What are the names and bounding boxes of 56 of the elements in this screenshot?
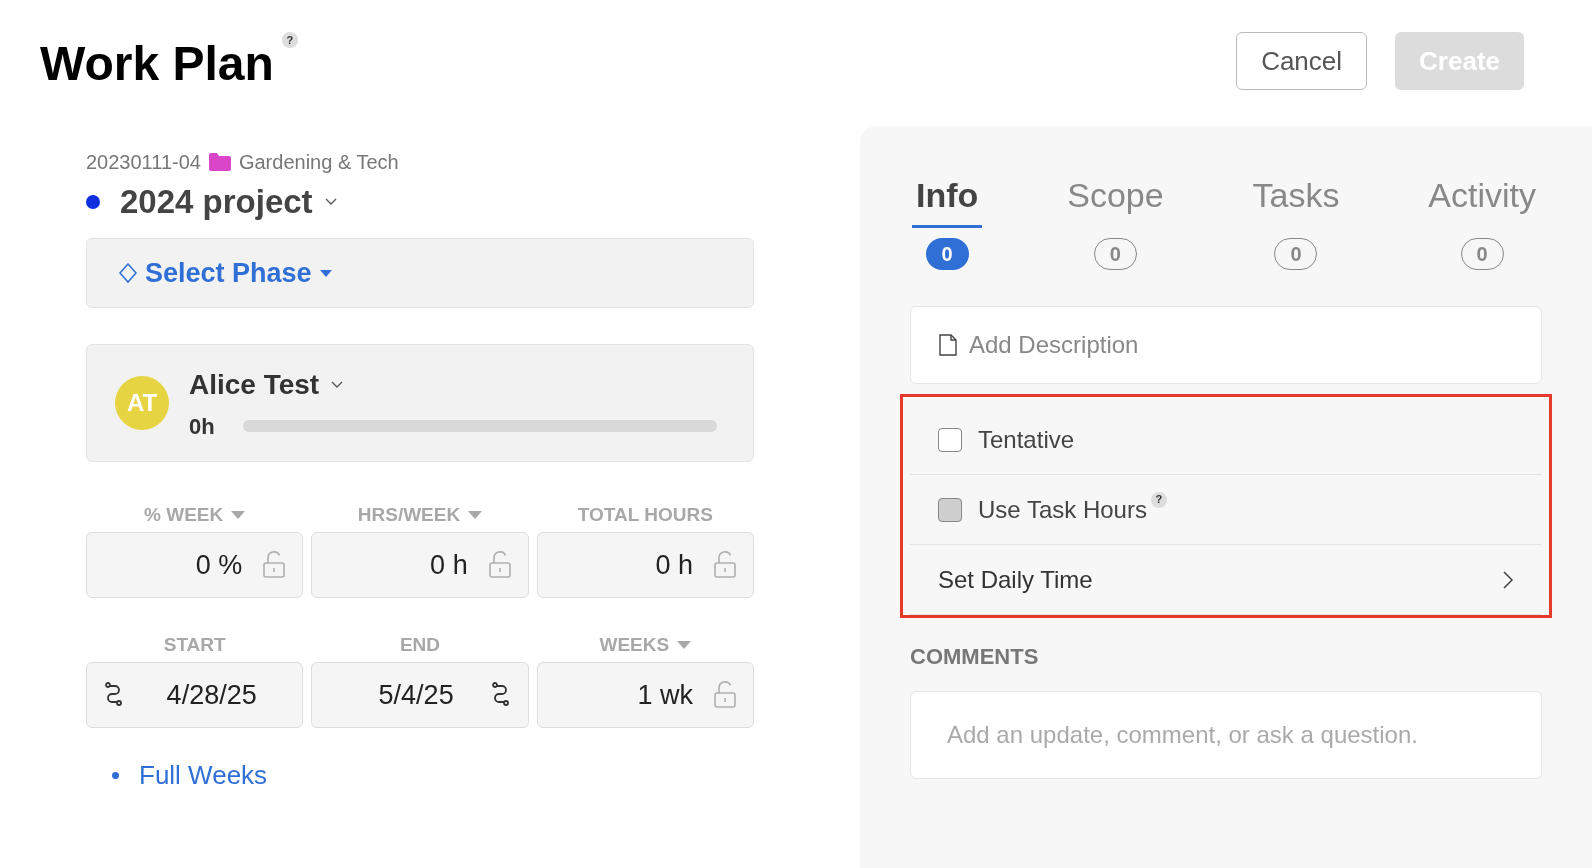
value-field[interactable]: 0 h (536, 532, 754, 598)
link-path-icon[interactable] (103, 682, 125, 708)
field-value: 5/4/25 (377, 678, 455, 712)
checkbox[interactable] (938, 427, 962, 452)
option-label: Use Task Hours (978, 494, 1147, 525)
cancel-button[interactable]: Cancel (1236, 32, 1368, 90)
hours-label: 0h (189, 412, 215, 441)
unlocked-padlock-icon[interactable] (713, 551, 737, 579)
field-value: 0 h (654, 548, 694, 582)
project-name[interactable]: 2024 project (120, 177, 313, 227)
count-badge: 0 (925, 238, 969, 270)
tab[interactable]: Info (912, 170, 983, 228)
comments-heading: COMMENTS (910, 643, 1040, 671)
field-label: TOTAL HOURS (577, 502, 713, 527)
folder-icon (208, 153, 231, 171)
link-path-icon[interactable] (489, 682, 512, 708)
value-field[interactable]: 1 wk (536, 662, 754, 728)
value-field[interactable]: 4/28/25 (86, 662, 304, 728)
caret-down-icon (468, 511, 483, 519)
help-badge[interactable]: ? (281, 32, 298, 48)
option-label: Tentative (978, 424, 1075, 455)
member-name[interactable]: Alice Test (189, 363, 320, 406)
caret-down-icon (319, 269, 332, 277)
field-label: % WEEK (144, 502, 224, 527)
field-label: START (163, 632, 226, 657)
field-value: 4/28/25 (165, 678, 258, 712)
page-title: Work Plan (40, 40, 274, 88)
description-field[interactable]: Add Description (910, 306, 1542, 384)
description-placeholder: Add Description (969, 330, 1139, 360)
portfolio-name: Gardening & Tech (238, 150, 399, 175)
select-phase-label: Select Phase (145, 256, 312, 290)
field-value: 0 % (194, 548, 244, 582)
field-label: HRS/WEEK (357, 502, 461, 527)
comment-placeholder: Add an update, comment, or ask a question. (947, 720, 1418, 750)
value-field[interactable]: 0 h (311, 532, 529, 598)
project-code: 20230111-04 (86, 150, 201, 175)
diamond-icon (119, 263, 137, 283)
field-label: END (399, 632, 441, 657)
caret-down-icon (231, 511, 246, 519)
chevron-down-icon[interactable] (324, 198, 337, 206)
field-label: WEEKS (599, 632, 670, 657)
unlocked-padlock-icon[interactable] (713, 681, 737, 709)
document-icon (939, 334, 957, 356)
value-field[interactable]: 5/4/25 (311, 662, 529, 728)
full-weeks-link[interactable]: Full Weeks (139, 756, 268, 795)
value-field[interactable]: 0 % (86, 532, 304, 598)
chevron-down-icon[interactable] (331, 380, 344, 389)
chevron-right-icon[interactable] (1502, 569, 1514, 590)
caret-down-icon (677, 641, 692, 649)
phase-selector[interactable]: Select Phase (86, 238, 754, 308)
unlocked-padlock-icon[interactable] (487, 551, 512, 579)
field-value: 0 h (429, 548, 469, 582)
bullet-icon (112, 772, 119, 779)
field-value: 1 wk (636, 678, 694, 712)
unlocked-padlock-icon[interactable] (262, 551, 287, 579)
set-daily-time-link[interactable]: Set Daily Time (938, 561, 1486, 598)
